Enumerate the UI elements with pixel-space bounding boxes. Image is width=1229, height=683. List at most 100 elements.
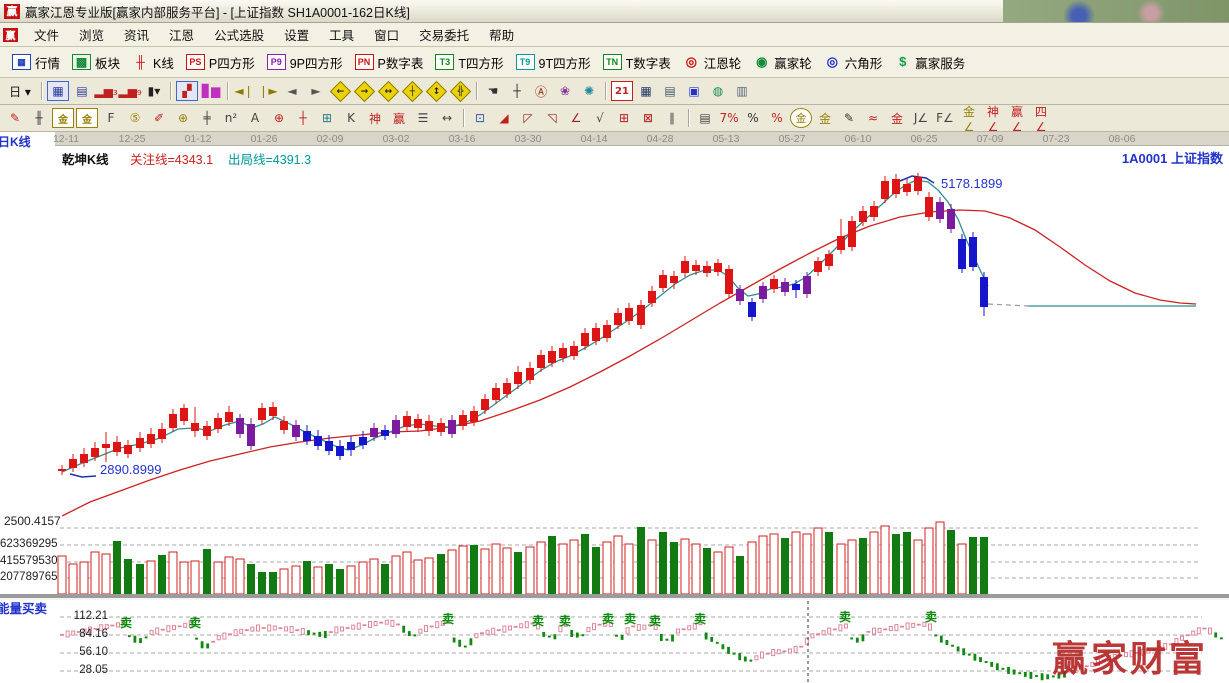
featurebar-t-table-button[interactable]: TNT数字表 bbox=[599, 51, 679, 74]
menu-item-4[interactable]: 公式选股 bbox=[204, 23, 274, 46]
check-lines-icon[interactable]: √ bbox=[589, 108, 611, 128]
fan-lines-icon[interactable]: ◢ bbox=[493, 108, 515, 128]
next-page-icon[interactable]: ► bbox=[305, 81, 327, 101]
gold-box-1-icon[interactable]: 金 bbox=[52, 108, 74, 128]
shift-right-icon[interactable]: → bbox=[353, 81, 375, 101]
pen-black-icon[interactable]: ✎ bbox=[838, 108, 860, 128]
chart-canvas[interactable]: 12-1112-2501-1201-2602-0903-0203-1603-30… bbox=[0, 132, 1229, 683]
angle-lines-icon[interactable]: ∠ bbox=[565, 108, 587, 128]
menu-item-7[interactable]: 窗口 bbox=[364, 23, 409, 46]
mirror-a-icon[interactable]: A bbox=[244, 108, 266, 128]
menu-item-0[interactable]: 文件 bbox=[24, 23, 69, 46]
shift-left-icon[interactable]: ← bbox=[329, 81, 351, 101]
indicator-mark-pink-dash bbox=[228, 633, 232, 635]
grid-red-box-icon[interactable]: ⊠ bbox=[637, 108, 659, 128]
gold-angle-icon[interactable]: 金∠ bbox=[958, 108, 980, 128]
flower-tool-icon[interactable]: ❀ bbox=[554, 81, 576, 101]
five-spiral-icon[interactable]: ⑤ bbox=[124, 108, 146, 128]
menu-item-3[interactable]: 江恩 bbox=[159, 23, 204, 46]
hand-tool-icon[interactable]: ☚ bbox=[482, 81, 504, 101]
crosshair-tool-icon[interactable]: ┼ bbox=[506, 81, 528, 101]
featurebar-9p-square-button[interactable]: P99P四方形 bbox=[263, 51, 351, 74]
grid-red-icon[interactable]: ⊞ bbox=[613, 108, 635, 128]
featurebar-9t-square-button[interactable]: T99T四方形 bbox=[512, 51, 599, 74]
menu-item-1[interactable]: 浏览 bbox=[69, 23, 114, 46]
fan-box-2-icon[interactable]: ◹ bbox=[541, 108, 563, 128]
seven-percent-icon[interactable]: 7% bbox=[718, 108, 740, 128]
menu-item-8[interactable]: 交易委托 bbox=[409, 23, 479, 46]
target-icon[interactable]: ┼ bbox=[292, 108, 314, 128]
compress-icon[interactable]: ┼ bbox=[401, 81, 423, 101]
shen-tool-icon[interactable]: 神 bbox=[364, 108, 386, 128]
save-icon[interactable]: ▣ bbox=[683, 81, 705, 101]
star-tool-icon[interactable]: ✺ bbox=[578, 81, 600, 101]
calculator-icon[interactable]: ▦ bbox=[635, 81, 657, 101]
fit-all-icon[interactable]: ╬ bbox=[449, 81, 471, 101]
menu-item-5[interactable]: 设置 bbox=[274, 23, 319, 46]
fan-box-1-icon[interactable]: ◸ bbox=[517, 108, 539, 128]
indicator-mark-green bbox=[990, 662, 993, 667]
k-mark-icon[interactable]: K bbox=[340, 108, 362, 128]
pen-2-icon[interactable]: ✐ bbox=[148, 108, 170, 128]
indicator-mark-pink bbox=[419, 629, 422, 633]
featurebar-winner-service-button[interactable]: $赢家服务 bbox=[890, 51, 973, 74]
menu-item-9[interactable]: 帮助 bbox=[479, 23, 524, 46]
ruler-123-icon[interactable]: ☰ bbox=[412, 108, 434, 128]
gold-lines-icon[interactable]: 金 bbox=[814, 108, 836, 128]
gold-underline-icon[interactable]: 金 bbox=[886, 108, 908, 128]
fibonacci-grid-icon[interactable]: F bbox=[100, 108, 122, 128]
web-icon[interactable]: ◍ bbox=[707, 81, 729, 101]
featurebar-t-square-button[interactable]: T3T四方形 bbox=[431, 51, 511, 74]
gann-grid-icon[interactable]: ╫ bbox=[28, 108, 50, 128]
gold-box-2-icon[interactable]: 金 bbox=[76, 108, 98, 128]
period-selector-icon[interactable]: 日 ▾ bbox=[4, 81, 36, 101]
calendar-icon[interactable]: 21 bbox=[611, 81, 633, 101]
info-view-icon[interactable]: ▤ bbox=[71, 81, 93, 101]
parallel-lines-icon[interactable]: ∥ bbox=[661, 108, 683, 128]
featurebar-winner-wheel-button[interactable]: ◉赢家轮 bbox=[749, 51, 820, 74]
featurebar-p-table-button[interactable]: PNP数字表 bbox=[351, 51, 432, 74]
ma9-view-icon[interactable]: ▂▅₉ bbox=[119, 81, 141, 101]
featurebar-sectors-button[interactable]: ▩板块 bbox=[68, 51, 128, 74]
si-angle-icon[interactable]: 四∠ bbox=[1030, 108, 1052, 128]
last-page-icon[interactable]: ❘► bbox=[257, 81, 279, 101]
gold-circle-icon[interactable]: 金 bbox=[790, 108, 812, 128]
ying-angle-icon[interactable]: 赢∠ bbox=[1006, 108, 1028, 128]
indicator-mark-green bbox=[862, 634, 865, 641]
ma3-view-icon[interactable]: ▂▅₃ bbox=[95, 81, 117, 101]
ying-tool-icon[interactable]: 赢 bbox=[388, 108, 410, 128]
hash-wide-icon[interactable]: ╪ bbox=[196, 108, 218, 128]
width-measure-icon[interactable]: ↔ bbox=[436, 108, 458, 128]
grid-target-icon[interactable]: ⊞ bbox=[316, 108, 338, 128]
n-square-icon[interactable]: n² bbox=[220, 108, 242, 128]
pen-icon[interactable]: ✎ bbox=[4, 108, 26, 128]
gann-tool-icon[interactable]: ▞ bbox=[176, 81, 198, 101]
shen-angle-icon[interactable]: 神∠ bbox=[982, 108, 1004, 128]
ruler-vertical-icon[interactable]: ▤ bbox=[694, 108, 716, 128]
circle-cross-icon[interactable]: ⊕ bbox=[268, 108, 290, 128]
print-icon[interactable]: ▥ bbox=[731, 81, 753, 101]
color-histogram-icon[interactable]: ▊▆ bbox=[200, 81, 222, 101]
featurebar-p-square-button[interactable]: PSP四方形 bbox=[182, 51, 263, 74]
featurebar-hexagon-button[interactable]: ◎六角形 bbox=[820, 51, 891, 74]
expand-horizontal-icon[interactable]: ↔ bbox=[377, 81, 399, 101]
candle-style-icon[interactable]: ▮▾ bbox=[143, 81, 165, 101]
menu-item-2[interactable]: 资讯 bbox=[114, 23, 159, 46]
kline-view-icon[interactable]: ▦ bbox=[47, 81, 69, 101]
expand-vertical-icon[interactable]: ↕ bbox=[425, 81, 447, 101]
j-angle-icon[interactable]: J∠ bbox=[910, 108, 932, 128]
annotate-tool-icon[interactable]: Ⓐ bbox=[530, 81, 552, 101]
percent-icon[interactable]: % bbox=[742, 108, 764, 128]
featurebar-kline-button[interactable]: ╫K线 bbox=[128, 51, 182, 74]
f-angle-icon[interactable]: F∠ bbox=[934, 108, 956, 128]
first-page-icon[interactable]: ◄❘ bbox=[233, 81, 255, 101]
featurebar-quotes-button[interactable]: ▦行情 bbox=[8, 51, 68, 74]
notes-icon[interactable]: ▤ bbox=[659, 81, 681, 101]
wave-a-icon[interactable]: ≈ bbox=[862, 108, 884, 128]
prev-page-icon[interactable]: ◄ bbox=[281, 81, 303, 101]
menu-item-6[interactable]: 工具 bbox=[319, 23, 364, 46]
percent-line-icon[interactable]: % bbox=[766, 108, 788, 128]
featurebar-gann-wheel-button[interactable]: ◎江恩轮 bbox=[679, 51, 750, 74]
compass-icon[interactable]: ⊕ bbox=[172, 108, 194, 128]
box-tool-icon[interactable]: ⊡ bbox=[469, 108, 491, 128]
